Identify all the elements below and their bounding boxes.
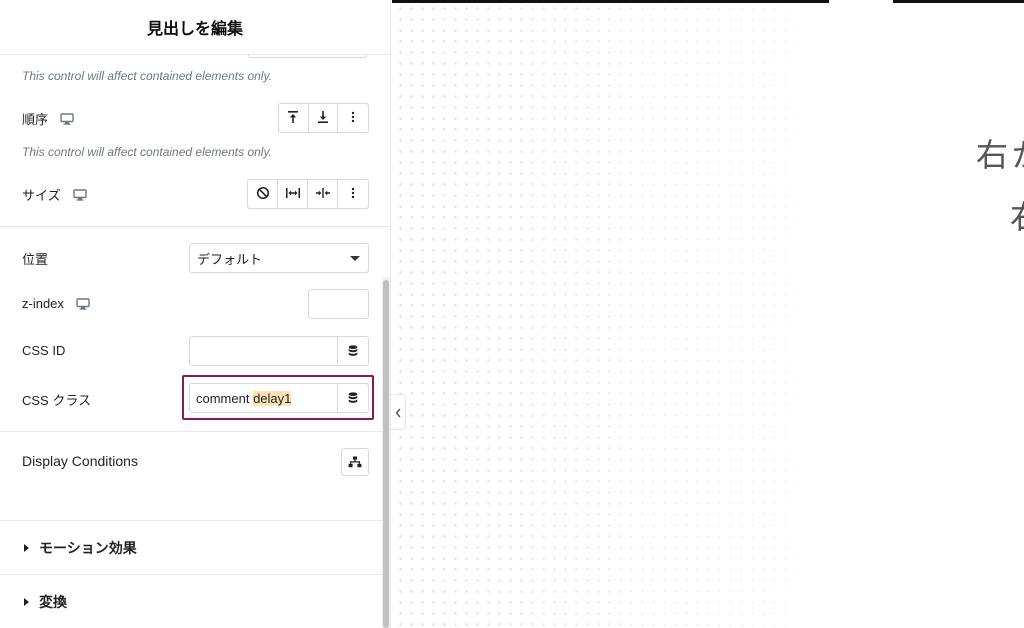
divider <box>0 431 390 432</box>
position-select[interactable]: デフォルト <box>189 243 369 273</box>
canvas-heading-line-1[interactable]: 右が <box>976 130 1024 176</box>
section-label: モーション効果 <box>39 540 137 557</box>
canvas-heading-line-2[interactable]: 右 <box>1010 192 1024 238</box>
scrollbar-thumb[interactable] <box>383 280 389 628</box>
desktop-icon[interactable] <box>60 112 74 125</box>
order-start-button[interactable] <box>279 104 309 132</box>
section-transform[interactable]: 変換 <box>0 574 390 628</box>
chevron-down-icon <box>350 256 360 261</box>
css-class-label: CSS クラス <box>22 393 92 408</box>
editor-panel: 見出しを編集 This control will affect containe… <box>0 0 391 628</box>
section-label: 変換 <box>39 594 67 611</box>
order-more-button[interactable] <box>338 104 368 132</box>
caret-right-icon <box>24 543 29 552</box>
size-control: サイズ <box>22 185 87 204</box>
full-width-icon <box>285 185 301 204</box>
order-note: This control will affect contained eleme… <box>22 69 272 83</box>
size-none-button[interactable] <box>248 180 278 208</box>
css-id-dynamic-button[interactable] <box>337 336 369 366</box>
align-bottom-icon <box>316 109 330 128</box>
order-control: 順序 <box>22 109 74 128</box>
canvas-top-bar <box>392 0 829 3</box>
panel-title: 見出しを編集 <box>0 0 390 55</box>
canvas-fade <box>392 0 1024 628</box>
canvas-top-bar <box>893 0 1024 3</box>
size-button-group <box>247 179 369 209</box>
database-icon <box>348 342 358 361</box>
more-vertical-icon <box>351 109 355 128</box>
position-select-value: デフォルト <box>197 251 263 267</box>
display-conditions-button[interactable] <box>341 448 369 476</box>
css-class-highlight-frame <box>182 375 374 420</box>
size-note: This control will affect contained eleme… <box>22 145 272 159</box>
desktop-icon[interactable] <box>72 188 87 201</box>
collapse-panel-button[interactable] <box>391 394 406 430</box>
desktop-icon[interactable] <box>76 297 90 310</box>
inline-width-icon <box>315 185 331 204</box>
order-end-button[interactable] <box>309 104 339 132</box>
zindex-control: z-index <box>22 296 90 311</box>
size-label: サイズ <box>22 188 61 203</box>
more-vertical-icon <box>351 185 355 204</box>
align-top-icon <box>286 109 300 128</box>
no-icon <box>256 185 270 204</box>
css-id-input[interactable] <box>189 336 338 366</box>
display-conditions-label: Display Conditions <box>22 453 138 469</box>
size-more-button[interactable] <box>338 180 368 208</box>
position-label: 位置 <box>22 252 49 267</box>
caret-right-icon <box>24 597 29 606</box>
zindex-label: z-index <box>22 296 64 311</box>
css-id-label: CSS ID <box>22 343 66 358</box>
order-button-group <box>278 103 369 133</box>
zindex-input[interactable] <box>308 289 369 319</box>
chevron-left-icon <box>395 403 401 422</box>
size-grow-button[interactable] <box>278 180 308 208</box>
divider <box>0 226 390 227</box>
section-motion-effects[interactable]: モーション効果 <box>0 520 390 574</box>
order-label: 順序 <box>22 112 49 127</box>
size-shrink-button[interactable] <box>308 180 338 208</box>
sitemap-icon <box>348 453 362 472</box>
